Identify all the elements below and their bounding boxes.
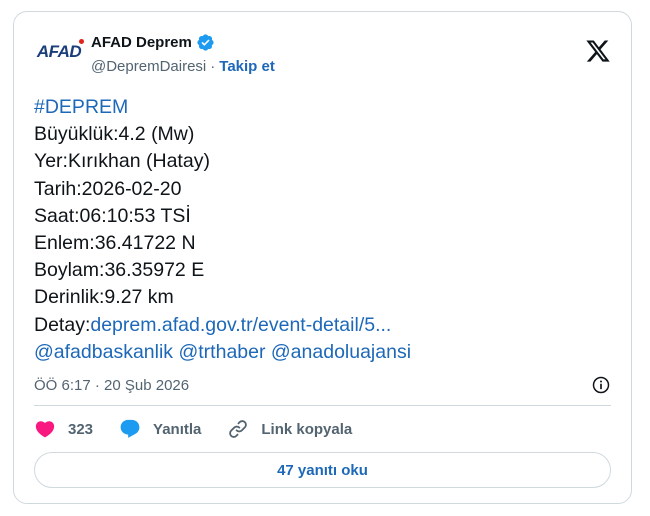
like-count: 323 — [68, 420, 94, 438]
like-button[interactable]: 323 — [34, 418, 93, 440]
mention-trthaber[interactable]: @trthaber — [178, 341, 265, 363]
account-handle[interactable]: @DepremDairesi — [91, 58, 206, 75]
detail-link[interactable]: deprem.afad.gov.tr/event-detail/5... — [90, 314, 391, 336]
magnitude-line: Büyüklük:4.2 (Mw) — [34, 123, 195, 146]
reply-button[interactable]: Yanıtla — [119, 418, 201, 440]
follow-link[interactable]: Takip et — [219, 58, 275, 75]
action-bar: 323 Yanıtla Link kopyala — [34, 417, 378, 441]
longitude-line: Boylam:36.35972 E — [34, 259, 205, 282]
latitude-line: Enlem:36.41722 N — [34, 232, 196, 255]
link-icon — [229, 420, 248, 438]
detail-label: Detay: — [34, 313, 91, 336]
timestamp[interactable]: ÖÖ 6:17 · 20 Şub 2026 — [34, 377, 189, 394]
reply-bubble-icon — [120, 419, 140, 438]
verified-badge-icon — [197, 33, 214, 51]
read-replies-button[interactable]: 47 yanıtı oku — [34, 452, 611, 488]
time-line: Saat:06:10:53 TSİ — [34, 204, 191, 227]
divider — [34, 405, 611, 406]
tweet-text: #DEPREM Büyüklük:4.2 (Mw) Yer:Kırıkhan (… — [34, 94, 614, 366]
copy-link-label: Link kopyala — [261, 420, 353, 438]
tweet-header: AFAD AFAD Deprem @DepremDairesi · Takip … — [34, 26, 611, 76]
display-name[interactable]: AFAD Deprem — [91, 34, 192, 51]
mention-afadbaskanlik[interactable]: @afadbaskanlik — [34, 341, 173, 363]
account-names: AFAD Deprem @DepremDairesi · Takip et — [91, 32, 275, 76]
location-line: Yer:Kırıkhan (Hatay) — [34, 150, 210, 173]
avatar[interactable]: AFAD — [34, 32, 84, 72]
heart-icon — [35, 421, 55, 438]
avatar-logo-text: AFAD — [36, 42, 82, 61]
mention-anadoluajansi[interactable]: @anadoluajansi — [271, 341, 411, 363]
info-icon[interactable] — [591, 375, 611, 395]
depth-line: Derinlik:9.27 km — [34, 286, 174, 309]
logo-red-dot — [79, 39, 84, 44]
date-line: Tarih:2026-02-20 — [34, 177, 182, 200]
separator-dot: · — [210, 57, 216, 75]
tweet-meta: ÖÖ 6:17 · 20 Şub 2026 — [34, 375, 611, 395]
x-logo-icon[interactable] — [585, 38, 611, 64]
hashtag-link[interactable]: #DEPREM — [34, 96, 128, 118]
copy-link-button[interactable]: Link kopyala — [227, 418, 352, 440]
tweet-card: AFAD AFAD Deprem @DepremDairesi · Takip … — [13, 11, 632, 504]
reply-label: Yanıtla — [153, 420, 202, 438]
